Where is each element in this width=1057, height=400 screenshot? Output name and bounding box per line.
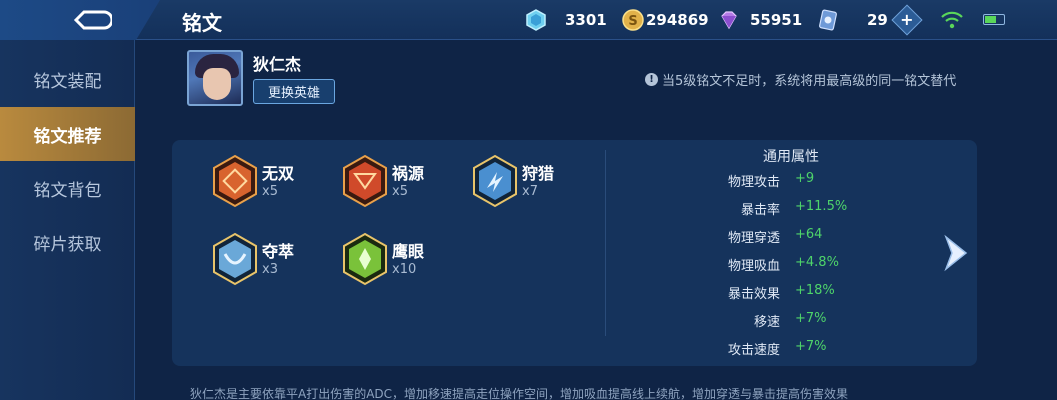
attribute-value: +4.8% (795, 255, 839, 270)
attribute-value: +18% (795, 283, 835, 298)
sidebar-item-rune-bag[interactable]: 铭文背包 (0, 161, 135, 215)
attribute-name: 物理攻击 (727, 175, 780, 190)
rune-item[interactable]: 狩猎 x7 (471, 154, 591, 214)
attribute-row: 暴击率 +11.5% (690, 199, 910, 219)
wifi-icon (941, 11, 963, 29)
hero-name: 狄仁杰 (253, 55, 302, 74)
rune-count: x10 (392, 262, 417, 277)
diamond-counter: 55951 (718, 8, 802, 32)
battery-icon (983, 14, 1005, 25)
gold-counter: S 294869 (622, 8, 709, 32)
sidebar-item-fragments[interactable]: 碎片获取 (0, 215, 135, 269)
back-button[interactable] (0, 0, 160, 40)
attribute-name: 移速 (753, 315, 780, 330)
rune-count: x5 (392, 184, 408, 199)
rune-count: x5 (262, 184, 278, 199)
page-title: 铭文 (182, 11, 222, 35)
attribute-row: 物理攻击 +9 (690, 171, 910, 191)
rune-item[interactable]: 无双 x5 (211, 154, 331, 214)
rune-blue-icon (473, 154, 517, 208)
svg-text:S: S (628, 14, 637, 29)
rune-green-icon (343, 232, 387, 286)
attribute-row: 物理穿透 +64 (690, 227, 910, 247)
rune-name: 夺萃 (262, 242, 295, 261)
attribute-row: 攻击速度 +7% (690, 339, 910, 359)
attribute-name: 物理穿透 (727, 231, 780, 246)
attribute-value: +9 (795, 171, 815, 186)
attributes-title: 通用属性 (763, 149, 819, 165)
plus-icon: + (900, 10, 914, 29)
rune-count: x7 (522, 184, 538, 199)
rune-item[interactable]: 夺萃 x3 (211, 232, 331, 292)
attribute-value: +7% (795, 311, 827, 326)
crystal-count: 3301 (565, 11, 607, 29)
panel-divider (605, 150, 606, 336)
sidebar-item-label: 铭文背包 (33, 180, 102, 201)
rune-item[interactable]: 鹰眼 x10 (341, 232, 461, 292)
rune-name: 狩猎 (522, 164, 555, 183)
next-arrow-icon[interactable] (940, 233, 972, 273)
rune-name: 祸源 (392, 164, 425, 183)
attribute-name: 物理吸血 (727, 259, 780, 274)
attribute-name: 暴击率 (740, 203, 780, 218)
attribute-value: +64 (795, 227, 823, 242)
rune-count: x3 (262, 262, 278, 277)
attribute-value: +11.5% (795, 199, 848, 214)
sidebar: 铭文装配 铭文推荐 铭文背包 碎片获取 (0, 40, 135, 400)
attribute-value: +7% (795, 339, 827, 354)
rune-red-icon (213, 154, 257, 208)
rune-name: 无双 (262, 164, 295, 183)
sidebar-item-rune-equip[interactable]: 铭文装配 (0, 52, 135, 106)
top-bar: 铭文 3301 S 294869 55951 29 + (0, 0, 1057, 40)
sidebar-item-label: 铭文推荐 (33, 126, 102, 147)
notice: ! 当5级铭文不足时，系统将用最高级的同一铭文替代 (645, 70, 956, 89)
rune-name: 鹰眼 (392, 242, 425, 261)
add-voucher-button[interactable]: + (891, 4, 923, 36)
sidebar-item-label: 碎片获取 (33, 234, 102, 255)
voucher-count: 29 (867, 11, 888, 29)
change-hero-button[interactable]: 更换英雄 (253, 79, 335, 104)
rune-red-icon (343, 154, 387, 208)
back-arrow-icon (73, 10, 112, 30)
attribute-row: 物理吸血 +4.8% (690, 255, 910, 275)
voucher-icon (819, 9, 837, 31)
info-icon: ! (645, 73, 658, 86)
rune-item[interactable]: 祸源 x5 (341, 154, 461, 214)
crystal-counter: 3301 (525, 8, 607, 32)
sidebar-item-label: 铭文装配 (33, 71, 102, 92)
diamond-count: 55951 (750, 11, 803, 29)
crystal-icon (526, 9, 546, 31)
gold-coin-icon: S (622, 9, 644, 31)
attribute-row: 移速 +7% (690, 311, 910, 331)
hero-avatar[interactable] (187, 50, 243, 106)
sidebar-item-rune-recommend[interactable]: 铭文推荐 (0, 107, 135, 161)
gold-count: 294869 (646, 11, 709, 29)
attribute-row: 暴击效果 +18% (690, 283, 910, 303)
hero-description: 狄仁杰是主要依靠平A打出伤害的ADC，增加移速提高走位操作空间，增加吸血提高线上… (190, 387, 849, 400)
attribute-name: 暴击效果 (727, 287, 780, 302)
notice-text: 当5级铭文不足时，系统将用最高级的同一铭文替代 (662, 74, 957, 89)
rune-blue-icon (213, 232, 257, 286)
diamond-icon (721, 11, 737, 30)
attribute-name: 攻击速度 (727, 343, 780, 358)
voucher-counter: 29 + (817, 4, 923, 36)
